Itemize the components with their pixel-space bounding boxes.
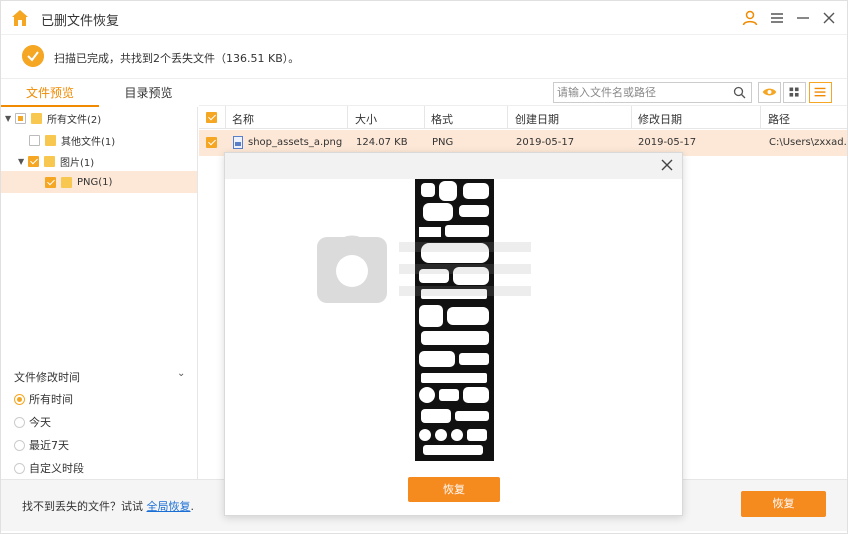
list-view-button[interactable]	[809, 82, 832, 103]
filter-option-last-7-days[interactable]: 最近7天	[14, 437, 69, 453]
preview-toggle-button[interactable]	[758, 82, 781, 103]
tree-item-other-files[interactable]: 其他文件(1)	[29, 129, 195, 151]
search-icon[interactable]	[733, 86, 746, 99]
tree-item-images[interactable]: ▼ 图片(1)	[18, 150, 195, 172]
checkbox-images[interactable]	[28, 155, 39, 167]
hint-suffix: .	[190, 500, 195, 513]
tree-item-png[interactable]: PNG(1)	[1, 171, 197, 193]
app-window: 已删文件恢复 扫描已完成，共找到2个丢失文件（136.51 KB）。 文件预览 …	[0, 0, 848, 534]
filter-option-label: 所有时间	[29, 393, 73, 406]
tab-file-preview[interactable]: 文件预览	[1, 81, 99, 107]
radio-button[interactable]	[14, 439, 25, 451]
checkbox-other-files[interactable]	[29, 134, 40, 146]
folder-icon	[45, 134, 56, 146]
filter-option-label: 最近7天	[29, 439, 69, 452]
column-format[interactable]: 格式	[431, 111, 453, 127]
filter-title: 文件修改时间	[14, 371, 80, 384]
cell-path: C:\Users\zxxad...	[769, 137, 848, 148]
eye-icon	[762, 88, 777, 96]
dialog-restore-button[interactable]: 恢复	[408, 477, 500, 502]
dialog-header	[225, 153, 682, 179]
folder-icon	[61, 176, 72, 188]
column-modified[interactable]: 修改日期	[638, 111, 682, 127]
app-title: 已删文件恢复	[41, 14, 120, 29]
hint-text: 找不到丢失的文件？试试 全局恢复.	[22, 498, 194, 514]
tree-item-all-files[interactable]: ▼ 所有文件(2)	[5, 107, 195, 129]
column-size[interactable]: 大小	[355, 111, 377, 127]
cell-format: PNG	[432, 137, 454, 148]
folder-icon	[31, 112, 42, 124]
cell-created: 2019-05-17	[516, 137, 575, 148]
filter-option-custom[interactable]: 自定义时段	[14, 460, 84, 476]
check-circle-icon	[22, 45, 44, 67]
hint-prefix: 找不到丢失的文件？试试	[22, 500, 147, 513]
tree-label: 图片(1)	[60, 157, 95, 169]
filter-option-today[interactable]: 今天	[14, 414, 51, 430]
search-input[interactable]	[557, 85, 727, 100]
checkbox-all-files[interactable]	[15, 112, 26, 124]
row-checkbox[interactable]	[206, 137, 217, 148]
close-icon[interactable]	[658, 156, 676, 174]
preview-image	[415, 179, 494, 461]
select-all-checkbox[interactable]	[206, 112, 217, 123]
search-box	[553, 82, 752, 103]
tree-label: 所有文件(2)	[47, 114, 102, 126]
filter-option-label: 自定义时段	[29, 462, 84, 475]
close-icon[interactable]	[820, 9, 838, 27]
scan-status-text: 扫描已完成，共找到2个丢失文件（136.51 KB）。	[54, 52, 300, 65]
restore-button[interactable]: 恢复	[741, 491, 826, 517]
radio-button[interactable]	[14, 416, 25, 428]
table-header: 名称 大小 格式 创建日期 修改日期 路径	[199, 105, 847, 129]
title-bar: 已删文件恢复	[1, 1, 847, 35]
column-created[interactable]: 创建日期	[515, 111, 559, 127]
minimize-icon[interactable]	[794, 9, 812, 27]
home-icon	[12, 10, 28, 26]
global-recovery-link[interactable]: 全局恢复	[147, 500, 191, 513]
grid-icon	[789, 87, 799, 97]
checkbox-png[interactable]	[45, 176, 56, 188]
filter-option-label: 今天	[29, 416, 51, 429]
radio-button[interactable]	[14, 462, 25, 474]
column-name[interactable]: 名称	[232, 111, 254, 127]
expand-arrow-icon[interactable]: ▼	[5, 114, 15, 123]
folder-icon	[44, 155, 55, 167]
preview-dialog: 恢复	[224, 152, 683, 516]
radio-button[interactable]	[14, 393, 25, 405]
tree-label: PNG(1)	[77, 176, 113, 188]
list-icon	[814, 87, 826, 97]
tab-directory-preview[interactable]: 目录预览	[99, 81, 198, 107]
image-file-icon	[233, 136, 243, 149]
column-path[interactable]: 路径	[768, 111, 790, 127]
menu-icon[interactable]	[768, 9, 786, 27]
view-tabs: 文件预览 目录预览	[1, 81, 198, 107]
tree-label: 其他文件(1)	[61, 136, 116, 148]
grid-view-button[interactable]	[783, 82, 806, 103]
cell-size: 124.07 KB	[356, 137, 408, 148]
user-icon[interactable]	[741, 9, 759, 27]
filter-option-all-time[interactable]: 所有时间	[14, 391, 73, 407]
cell-name: shop_assets_a.png	[248, 137, 343, 148]
expand-arrow-icon[interactable]: ▼	[18, 157, 28, 166]
chevron-down-icon[interactable]: ⌄	[177, 368, 185, 379]
cell-modified: 2019-05-17	[638, 137, 697, 148]
